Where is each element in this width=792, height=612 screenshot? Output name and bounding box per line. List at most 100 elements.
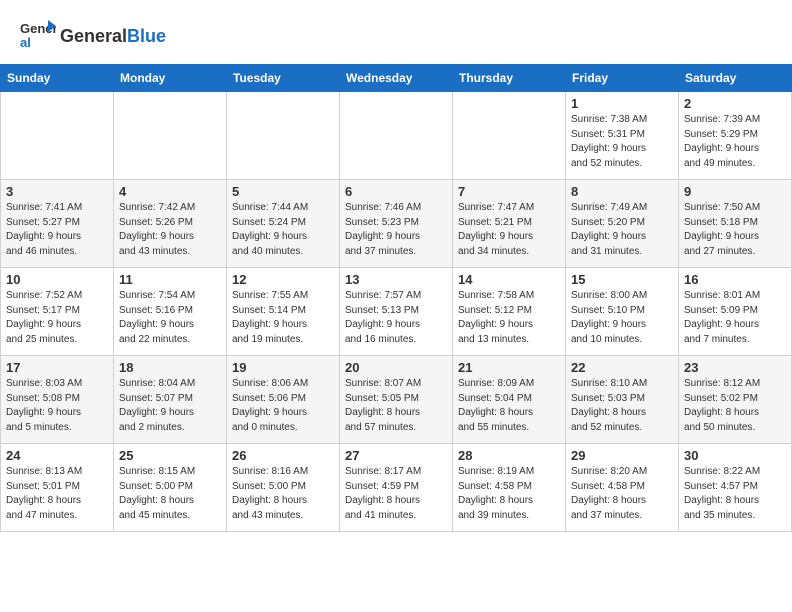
weekday-header-friday: Friday (566, 65, 679, 92)
calendar-cell (340, 92, 453, 180)
day-detail: Sunrise: 8:04 AM Sunset: 5:07 PM Dayligh… (119, 377, 221, 435)
calendar-cell: 10 Sunrise: 7:52 AM Sunset: 5:17 PM Dayli… (1, 268, 114, 356)
calendar-cell: 11 Sunrise: 7:54 AM Sunset: 5:16 PM Dayli… (114, 268, 227, 356)
weekday-header-sunday: Sunday (1, 65, 114, 92)
calendar-cell: 14 Sunrise: 7:58 AM Sunset: 5:12 PM Dayli… (453, 268, 566, 356)
day-detail: Sunrise: 8:01 AM Sunset: 5:09 PM Dayligh… (684, 289, 786, 347)
day-detail: Sunrise: 8:03 AM Sunset: 5:08 PM Dayligh… (6, 377, 108, 435)
day-number: 12 (232, 272, 334, 287)
page-header: Gener al GeneralBlue (0, 0, 792, 64)
calendar-cell: 17 Sunrise: 8:03 AM Sunset: 5:08 PM Dayli… (1, 356, 114, 444)
calendar-cell: 27Sunrise: 8:17 AM Sunset: 4:59 PM Dayli… (340, 444, 453, 532)
day-number: 17 (6, 360, 108, 375)
calendar-cell: 25 Sunrise: 8:15 AM Sunset: 5:00 PM Dayli… (114, 444, 227, 532)
day-number: 26 (232, 448, 334, 463)
calendar-cell: 5Sunrise: 7:44 AM Sunset: 5:24 PM Daylig… (227, 180, 340, 268)
day-number: 7 (458, 184, 560, 199)
weekday-header-monday: Monday (114, 65, 227, 92)
day-detail: Sunrise: 7:55 AM Sunset: 5:14 PM Dayligh… (232, 289, 334, 347)
day-detail: Sunrise: 7:46 AM Sunset: 5:23 PM Dayligh… (345, 201, 447, 259)
day-number: 4 (119, 184, 221, 199)
day-detail: Sunrise: 7:58 AM Sunset: 5:12 PM Dayligh… (458, 289, 560, 347)
day-detail: Sunrise: 7:52 AM Sunset: 5:17 PM Dayligh… (6, 289, 108, 347)
logo-text-blue: Blue (127, 26, 166, 46)
day-number: 15 (571, 272, 673, 287)
calendar-cell: 29 Sunrise: 8:20 AM Sunset: 4:58 PM Dayli… (566, 444, 679, 532)
calendar-cell: 18 Sunrise: 8:04 AM Sunset: 5:07 PM Dayli… (114, 356, 227, 444)
calendar-header: SundayMondayTuesdayWednesdayThursdayFrid… (1, 65, 792, 92)
day-detail: Sunrise: 8:16 AM Sunset: 5:00 PM Dayligh… (232, 465, 334, 523)
calendar-cell: 12 Sunrise: 7:55 AM Sunset: 5:14 PM Dayli… (227, 268, 340, 356)
day-detail: Sunrise: 8:00 AM Sunset: 5:10 PM Dayligh… (571, 289, 673, 347)
calendar-cell: 19Sunrise: 8:06 AM Sunset: 5:06 PM Dayli… (227, 356, 340, 444)
calendar-cell: 23Sunrise: 8:12 AM Sunset: 5:02 PM Dayli… (679, 356, 792, 444)
logo-icon: Gener al (20, 18, 56, 54)
calendar-cell: 4Sunrise: 7:42 AM Sunset: 5:26 PM Daylig… (114, 180, 227, 268)
calendar-table: SundayMondayTuesdayWednesdayThursdayFrid… (0, 64, 792, 532)
weekday-header-saturday: Saturday (679, 65, 792, 92)
day-number: 22 (571, 360, 673, 375)
day-number: 6 (345, 184, 447, 199)
calendar-cell: 20Sunrise: 8:07 AM Sunset: 5:05 PM Dayli… (340, 356, 453, 444)
day-number: 25 (119, 448, 221, 463)
day-detail: Sunrise: 8:22 AM Sunset: 4:57 PM Dayligh… (684, 465, 786, 523)
day-number: 19 (232, 360, 334, 375)
day-number: 2 (684, 96, 786, 111)
day-number: 24 (6, 448, 108, 463)
weekday-header-thursday: Thursday (453, 65, 566, 92)
day-number: 8 (571, 184, 673, 199)
calendar-cell (227, 92, 340, 180)
day-number: 3 (6, 184, 108, 199)
svg-text:al: al (20, 35, 31, 50)
day-detail: Sunrise: 7:50 AM Sunset: 5:18 PM Dayligh… (684, 201, 786, 259)
weekday-header-tuesday: Tuesday (227, 65, 340, 92)
calendar-cell: 13 Sunrise: 7:57 AM Sunset: 5:13 PM Dayli… (340, 268, 453, 356)
day-number: 5 (232, 184, 334, 199)
day-number: 16 (684, 272, 786, 287)
calendar-cell (114, 92, 227, 180)
day-detail: Sunrise: 8:15 AM Sunset: 5:00 PM Dayligh… (119, 465, 221, 523)
weekday-header-wednesday: Wednesday (340, 65, 453, 92)
day-number: 1 (571, 96, 673, 111)
calendar-cell: 21 Sunrise: 8:09 AM Sunset: 5:04 PM Dayli… (453, 356, 566, 444)
calendar-cell: 9 Sunrise: 7:50 AM Sunset: 5:18 PM Daylig… (679, 180, 792, 268)
day-detail: Sunrise: 7:49 AM Sunset: 5:20 PM Dayligh… (571, 201, 673, 259)
calendar-cell: 15 Sunrise: 8:00 AM Sunset: 5:10 PM Dayli… (566, 268, 679, 356)
day-detail: Sunrise: 8:13 AM Sunset: 5:01 PM Dayligh… (6, 465, 108, 523)
day-detail: Sunrise: 8:19 AM Sunset: 4:58 PM Dayligh… (458, 465, 560, 523)
day-number: 11 (119, 272, 221, 287)
day-detail: Sunrise: 7:39 AM Sunset: 5:29 PM Dayligh… (684, 113, 786, 171)
calendar-week-row: 17 Sunrise: 8:03 AM Sunset: 5:08 PM Dayli… (1, 356, 792, 444)
day-number: 29 (571, 448, 673, 463)
day-detail: Sunrise: 8:09 AM Sunset: 5:04 PM Dayligh… (458, 377, 560, 435)
day-number: 10 (6, 272, 108, 287)
day-number: 9 (684, 184, 786, 199)
day-number: 18 (119, 360, 221, 375)
day-detail: Sunrise: 7:38 AM Sunset: 5:31 PM Dayligh… (571, 113, 673, 171)
day-number: 28 (458, 448, 560, 463)
day-number: 20 (345, 360, 447, 375)
calendar-cell: 1 Sunrise: 7:38 AM Sunset: 5:31 PM Daylig… (566, 92, 679, 180)
calendar-cell: 2 Sunrise: 7:39 AM Sunset: 5:29 PM Daylig… (679, 92, 792, 180)
logo-text-general: General (60, 26, 127, 46)
calendar-cell: 7 Sunrise: 7:47 AM Sunset: 5:21 PM Daylig… (453, 180, 566, 268)
calendar-week-row: 3Sunrise: 7:41 AM Sunset: 5:27 PM Daylig… (1, 180, 792, 268)
day-detail: Sunrise: 8:12 AM Sunset: 5:02 PM Dayligh… (684, 377, 786, 435)
calendar-week-row: 1 Sunrise: 7:38 AM Sunset: 5:31 PM Daylig… (1, 92, 792, 180)
day-number: 30 (684, 448, 786, 463)
logo: Gener al GeneralBlue (20, 18, 166, 54)
day-detail: Sunrise: 7:47 AM Sunset: 5:21 PM Dayligh… (458, 201, 560, 259)
calendar-cell (453, 92, 566, 180)
day-detail: Sunrise: 8:10 AM Sunset: 5:03 PM Dayligh… (571, 377, 673, 435)
day-number: 21 (458, 360, 560, 375)
day-detail: Sunrise: 7:57 AM Sunset: 5:13 PM Dayligh… (345, 289, 447, 347)
day-detail: Sunrise: 7:54 AM Sunset: 5:16 PM Dayligh… (119, 289, 221, 347)
calendar-cell: 8 Sunrise: 7:49 AM Sunset: 5:20 PM Daylig… (566, 180, 679, 268)
calendar-cell: 22 Sunrise: 8:10 AM Sunset: 5:03 PM Dayli… (566, 356, 679, 444)
calendar-cell: 30 Sunrise: 8:22 AM Sunset: 4:57 PM Dayli… (679, 444, 792, 532)
day-detail: Sunrise: 8:20 AM Sunset: 4:58 PM Dayligh… (571, 465, 673, 523)
day-number: 13 (345, 272, 447, 287)
day-number: 27 (345, 448, 447, 463)
day-number: 14 (458, 272, 560, 287)
calendar-cell (1, 92, 114, 180)
